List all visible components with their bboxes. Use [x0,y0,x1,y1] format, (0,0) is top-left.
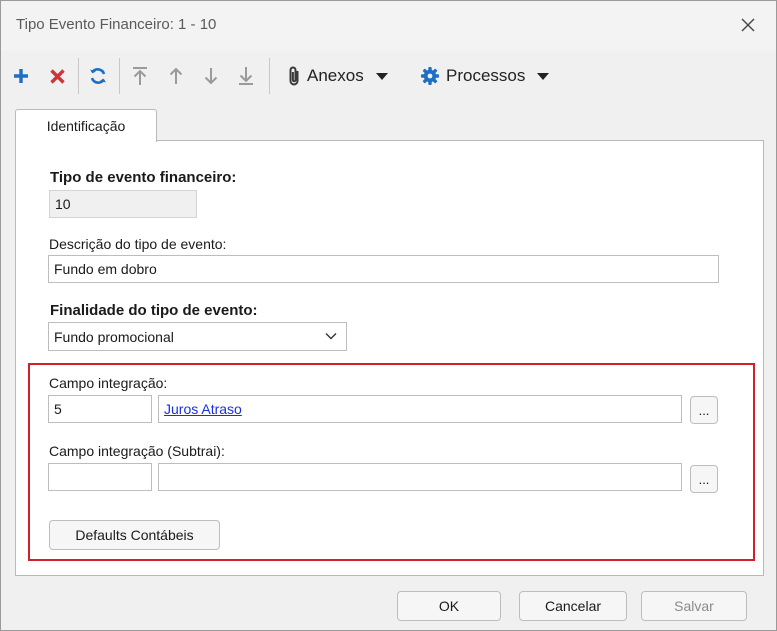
finalidade-value: Fundo promocional [54,328,174,345]
refresh-icon [90,68,106,84]
move-up-button[interactable] [165,62,187,90]
processes-menu-button[interactable]: Processos [420,62,550,90]
title-bar: Tipo Evento Financeiro: 1 - 10 [1,1,776,51]
campo-integracao-label: Campo integração: [49,375,168,391]
gear-icon [421,67,439,85]
campo-integracao-subtrai-code-input[interactable] [48,463,152,491]
descricao-input[interactable]: Fundo em dobro [48,255,719,283]
tipo-evento-label: Tipo de evento financeiro: [50,169,237,186]
descricao-value: Fundo em dobro [54,261,157,277]
window-title: Tipo Evento Financeiro: 1 - 10 [16,16,217,33]
tab-identificacao[interactable]: Identificação [15,109,157,142]
toolbar-separator [78,58,79,94]
chevron-down-icon [325,333,337,340]
processes-label: Processos [446,66,526,85]
chevron-down-icon [537,72,550,80]
refresh-button[interactable] [85,62,111,90]
toolbar-separator [269,58,270,94]
move-down-button[interactable] [200,62,222,90]
toolbar: Anexos Processos [1,53,776,99]
attachments-label: Anexos [307,66,364,85]
campo-integracao-description-field[interactable]: Juros Atraso [158,395,682,423]
save-button[interactable]: Salvar [641,591,747,621]
arrow-down-icon [204,68,218,85]
arrow-to-bottom-icon [239,67,253,85]
campo-integracao-code: 5 [54,401,62,417]
tab-label: Identificação [46,118,126,134]
delete-button[interactable] [45,62,69,90]
attachments-menu-button[interactable]: Anexos [287,62,388,90]
toolbar-separator [119,58,120,94]
arrow-up-icon [169,67,183,84]
defaults-contabeis-button[interactable]: Defaults Contábeis [49,520,220,550]
finalidade-select[interactable]: Fundo promocional [48,322,347,351]
tipo-evento-field[interactable]: 10 [49,190,197,218]
close-icon [741,18,755,32]
descricao-label: Descrição do tipo de evento: [49,236,227,252]
ok-button[interactable]: OK [397,591,501,621]
dialog-window: Tipo Evento Financeiro: 1 - 10 Anexos Pr… [0,0,777,631]
cancel-button[interactable]: Cancelar [519,591,627,621]
move-last-button[interactable] [235,62,257,90]
finalidade-label: Finalidade do tipo de evento: [50,302,258,319]
close-button[interactable] [734,11,762,39]
campo-integracao-description-link[interactable]: Juros Atraso [164,401,242,417]
chevron-down-icon [375,72,388,80]
move-first-button[interactable] [129,62,151,90]
tipo-evento-value: 10 [55,196,71,212]
arrow-to-top-icon [133,67,147,85]
campo-integracao-subtrai-label: Campo integração (Subtrai): [49,443,225,459]
campo-integracao-subtrai-description-field[interactable] [158,463,682,491]
campo-integracao-code-input[interactable]: 5 [48,395,152,423]
campo-integracao-lookup-button[interactable]: ... [690,396,718,424]
campo-integracao-subtrai-lookup-button[interactable]: ... [690,465,718,493]
delete-x-icon [49,68,65,84]
add-button[interactable] [9,62,33,90]
plus-icon [14,69,28,83]
paperclip-icon [289,66,299,86]
